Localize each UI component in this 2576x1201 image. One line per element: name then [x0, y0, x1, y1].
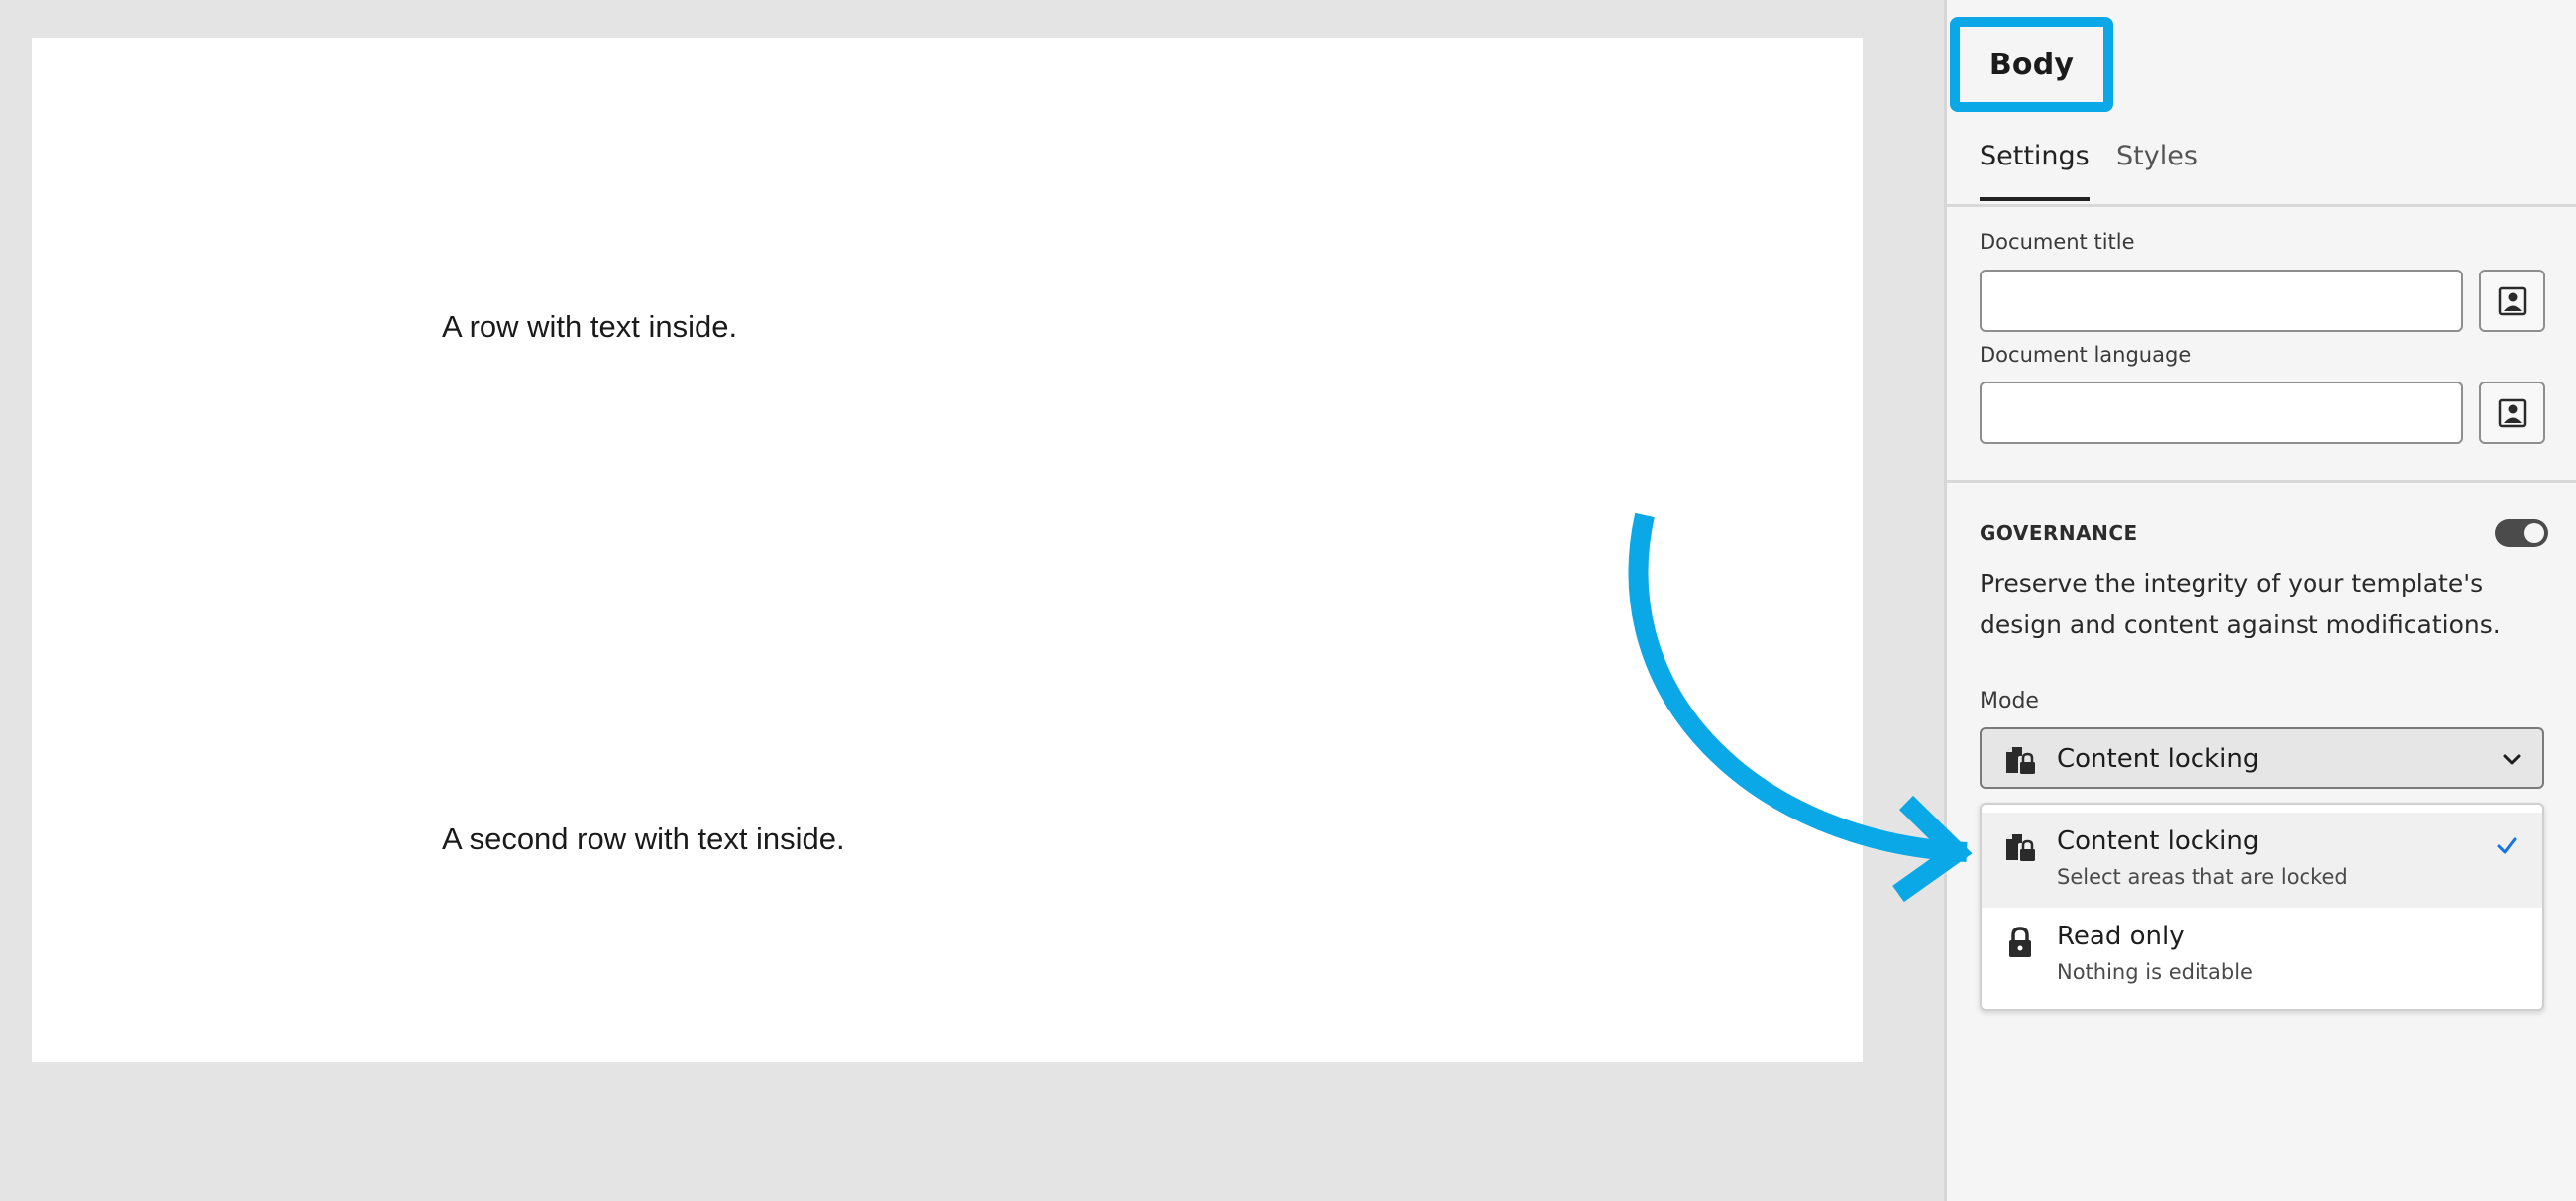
document-language-personalize-button[interactable] — [2479, 382, 2545, 444]
lock-icon — [2003, 926, 2037, 963]
panel-title: Body — [1988, 47, 2075, 82]
checkmark-icon — [2495, 834, 2519, 862]
document-title-input[interactable] — [1980, 270, 2463, 332]
governance-description: Preserve the integrity of your template'… — [1980, 569, 2501, 639]
mode-dropdown-menu: Content locking Select areas that are lo… — [1980, 803, 2544, 1011]
document-title-label: Document title — [1980, 230, 2135, 254]
document-language-input[interactable] — [1980, 382, 2463, 444]
governance-heading: GOVERNANCE — [1980, 521, 2138, 545]
document-title-personalize-button[interactable] — [2479, 270, 2545, 332]
tab-settings[interactable]: Settings — [1980, 141, 2090, 201]
mode-label: Mode — [1980, 689, 2039, 713]
panel-title-highlight: Body — [1950, 17, 2113, 112]
row-text-2[interactable]: A second row with text inside. — [442, 821, 845, 857]
tab-styles[interactable]: Styles — [2116, 141, 2198, 197]
menu-item-description: Nothing is editable — [2057, 960, 2253, 984]
content-lock-icon — [2003, 743, 2037, 781]
personalization-icon — [2498, 286, 2526, 315]
content-lock-icon — [2003, 830, 2037, 868]
toggle-knob — [2524, 523, 2544, 543]
panel-tabs: Settings Styles — [1947, 129, 2576, 207]
document-language-label: Document language — [1980, 343, 2192, 367]
email-canvas[interactable]: A row with text inside. A second row wit… — [32, 38, 1863, 1062]
menu-item-description: Select areas that are locked — [2057, 865, 2348, 889]
personalization-icon — [2498, 398, 2526, 427]
row-text-1[interactable]: A row with text inside. — [442, 309, 737, 345]
governance-toggle[interactable] — [2495, 519, 2548, 547]
canvas-area: A row with text inside. A second row wit… — [0, 0, 1944, 1201]
menu-item-label: Read only — [2057, 922, 2185, 951]
chevron-down-icon — [2501, 749, 2522, 775]
properties-panel: Body Settings Styles Document title Docu… — [1944, 0, 2576, 1201]
menu-item-read-only[interactable]: Read only Nothing is editable — [1982, 908, 2542, 1003]
menu-item-content-locking[interactable]: Content locking Select areas that are lo… — [1982, 813, 2542, 908]
mode-selected-value: Content locking — [2057, 744, 2260, 774]
section-divider — [1947, 480, 2576, 483]
mode-dropdown[interactable]: Content locking — [1980, 727, 2544, 789]
menu-item-label: Content locking — [2057, 826, 2260, 856]
